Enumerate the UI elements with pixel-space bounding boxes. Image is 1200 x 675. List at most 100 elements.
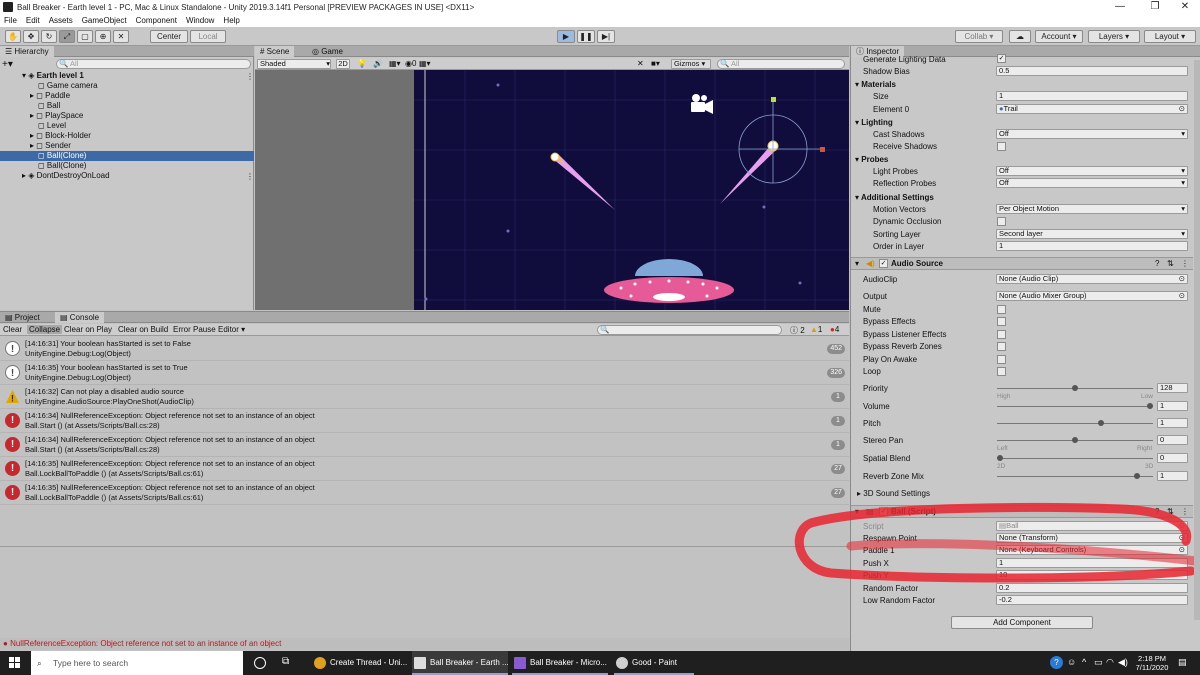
inspector-scrollbar[interactable] bbox=[1194, 60, 1200, 620]
warning-count-toggle[interactable]: ▲1 bbox=[810, 325, 822, 334]
add-component-button[interactable]: Add Component bbox=[951, 616, 1093, 629]
menu-assets[interactable]: Assets bbox=[49, 16, 73, 25]
error-count-toggle[interactable]: ●4 bbox=[830, 325, 839, 334]
stereo-pan-field[interactable]: 0 bbox=[1157, 435, 1188, 445]
receive-shadows-checkbox[interactable] bbox=[997, 142, 1006, 151]
grid-toggle-icon[interactable]: ▦▾ bbox=[419, 59, 431, 68]
taskbar-search-input[interactable]: ⌕ Type here to search bbox=[31, 651, 243, 675]
battery-icon[interactable]: ▭ bbox=[1094, 657, 1103, 668]
volume-slider-knob[interactable] bbox=[1147, 403, 1153, 409]
reverb-mix-slider-knob[interactable] bbox=[1133, 473, 1140, 479]
hierarchy-item-game-camera[interactable]: ◻ Game camera bbox=[38, 81, 98, 91]
create-plus-icon[interactable]: +▾ bbox=[2, 59, 13, 70]
probes-foldout[interactable]: ▾ Probes bbox=[855, 154, 888, 165]
menu-gameobject[interactable]: GameObject bbox=[82, 16, 127, 25]
tab-hierarchy[interactable]: ☰ Hierarchy bbox=[0, 46, 54, 57]
tab-game[interactable]: ◎ Game bbox=[307, 46, 348, 57]
help-tray-icon[interactable]: ? bbox=[1050, 656, 1063, 669]
gizmos-dropdown[interactable]: Gizmos ▾ bbox=[671, 59, 711, 69]
clear-on-play-button[interactable]: Clear on Play bbox=[64, 325, 112, 334]
spatial-blend-field[interactable]: 0 bbox=[1157, 453, 1188, 463]
console-splitter[interactable] bbox=[0, 546, 849, 547]
scene-viewport[interactable] bbox=[255, 70, 849, 310]
tray-chevron-icon[interactable]: ^ bbox=[1082, 657, 1086, 667]
gen-lighting-checkbox[interactable]: ✓ bbox=[997, 54, 1006, 63]
hierarchy-item-ball[interactable]: ◻ Ball bbox=[38, 101, 60, 111]
audio-source-enabled-checkbox[interactable]: ✓ bbox=[879, 259, 888, 268]
element0-field[interactable]: ●Trail ⊙ bbox=[996, 104, 1188, 114]
spatial-blend-slider-knob[interactable] bbox=[997, 455, 1003, 461]
menu-window[interactable]: Window bbox=[186, 16, 214, 25]
menu-component[interactable]: Component bbox=[136, 16, 177, 25]
log-entry[interactable]: ! [14:16:35] NullReferenceException: Obje… bbox=[0, 481, 849, 505]
play-on-awake-checkbox[interactable] bbox=[997, 355, 1006, 364]
layers-dropdown[interactable]: Layers ▾ bbox=[1088, 30, 1140, 43]
tab-console[interactable]: ▤ Console bbox=[55, 312, 105, 323]
pitch-field[interactable]: 1 bbox=[1157, 418, 1188, 428]
bypass-effects-checkbox[interactable] bbox=[997, 317, 1006, 326]
volume-icon[interactable]: ◀) bbox=[1118, 657, 1128, 668]
move-tool-icon[interactable]: ✥ bbox=[23, 30, 39, 43]
log-entry[interactable]: ! [14:16:32] Can not play a disabled audi… bbox=[0, 385, 849, 409]
bypass-reverb-checkbox[interactable] bbox=[997, 342, 1006, 351]
pitch-slider[interactable] bbox=[997, 423, 1153, 424]
handle-x-end[interactable] bbox=[820, 147, 825, 152]
output-field[interactable]: None (Audio Mixer Group) ⊙ bbox=[996, 291, 1188, 301]
hand-tool-icon[interactable]: ✋ bbox=[5, 30, 21, 43]
spatial-blend-slider[interactable] bbox=[997, 458, 1153, 459]
sorting-layer-dropdown[interactable]: Second layer ▾ bbox=[996, 229, 1188, 239]
handle-y-end[interactable] bbox=[771, 97, 776, 102]
step-button[interactable]: ▶| bbox=[597, 30, 615, 43]
dynamic-occlusion-checkbox[interactable] bbox=[997, 217, 1006, 226]
hierarchy-item-scene[interactable]: ▾ ◈ Earth level 1 bbox=[22, 71, 84, 81]
minimize-icon[interactable]: — bbox=[1105, 0, 1135, 14]
log-entry[interactable]: ! [14:16:35] Your boolean hasStarted is s… bbox=[0, 361, 849, 385]
wifi-icon[interactable]: ◠ bbox=[1106, 657, 1114, 668]
low-random-factor-field[interactable]: -0.2 bbox=[996, 595, 1188, 605]
camera-icon[interactable]: ■▾ bbox=[651, 59, 660, 68]
scene-search-input[interactable]: 🔍 All bbox=[717, 59, 845, 69]
additional-settings-foldout[interactable]: ▾ Additional Settings bbox=[855, 192, 934, 203]
close-icon[interactable]: ✕ bbox=[1170, 0, 1200, 14]
tab-scene[interactable]: # Scene bbox=[255, 46, 295, 57]
priority-slider-knob[interactable] bbox=[1072, 385, 1078, 391]
priority-field[interactable]: 128 bbox=[1157, 383, 1188, 393]
account-dropdown[interactable]: Account ▾ bbox=[1035, 30, 1083, 43]
bypass-listener-checkbox[interactable] bbox=[997, 330, 1006, 339]
hierarchy-item-sender[interactable]: ▸ ◻ Sender bbox=[30, 141, 71, 151]
lighting-toggle-icon[interactable]: 💡 bbox=[357, 59, 367, 68]
stereo-pan-slider-knob[interactable] bbox=[1072, 437, 1078, 443]
hierarchy-item-ball-clone[interactable]: ◻ Ball(Clone) bbox=[38, 161, 86, 171]
3d-sound-foldout[interactable]: ▸ 3D Sound Settings bbox=[857, 489, 930, 499]
task-view-icon[interactable]: ⧉ bbox=[282, 656, 289, 667]
ball[interactable] bbox=[550, 152, 560, 162]
menu-edit[interactable]: Edit bbox=[26, 16, 40, 25]
component-menu-icon[interactable]: ⋮ bbox=[1181, 259, 1189, 268]
pitch-slider-knob[interactable] bbox=[1097, 420, 1104, 426]
transform-tool-icon[interactable]: ⊕ bbox=[95, 30, 111, 43]
windows-start-icon[interactable] bbox=[9, 657, 21, 669]
volume-field[interactable]: 1 bbox=[1157, 401, 1188, 411]
status-bar[interactable]: ● NullReferenceException: Object referen… bbox=[0, 638, 849, 650]
mute-checkbox[interactable] bbox=[997, 305, 1006, 314]
clear-on-build-button[interactable]: Clear on Build bbox=[118, 325, 168, 334]
volume-slider[interactable] bbox=[997, 406, 1153, 407]
shading-dropdown[interactable]: Shaded ▾ bbox=[257, 59, 331, 69]
rotate-tool-icon[interactable]: ↻ bbox=[41, 30, 57, 43]
light-probes-dropdown[interactable]: Off ▾ bbox=[996, 166, 1188, 176]
help-icon[interactable]: ? bbox=[1155, 259, 1159, 268]
dontdestroy-menu-icon[interactable]: ⋮ bbox=[246, 172, 254, 181]
materials-foldout[interactable]: ▾ Materials bbox=[855, 79, 896, 90]
hierarchy-item-block-holder[interactable]: ▸ ◻ Block-Holder bbox=[30, 131, 91, 141]
tab-project[interactable]: ▤ Project bbox=[0, 312, 45, 323]
notifications-icon[interactable]: ▤ bbox=[1178, 657, 1187, 668]
reverb-mix-field[interactable]: 1 bbox=[1157, 471, 1188, 481]
hierarchy-item-playspace[interactable]: ▸ ◻ PlaySpace bbox=[30, 111, 83, 121]
hierarchy-search-input[interactable]: 🔍 All bbox=[56, 59, 251, 69]
taskbar-app-paint[interactable]: Good - Paint bbox=[614, 651, 694, 675]
log-entry[interactable]: ! [14:16:34] NullReferenceException: Obje… bbox=[0, 433, 849, 457]
object-picker-icon[interactable]: ⊙ bbox=[1179, 292, 1187, 300]
menu-file[interactable]: File bbox=[4, 16, 17, 25]
audioclip-field[interactable]: None (Audio Clip) ⊙ bbox=[996, 274, 1188, 284]
console-search-input[interactable]: 🔍 bbox=[597, 325, 782, 335]
